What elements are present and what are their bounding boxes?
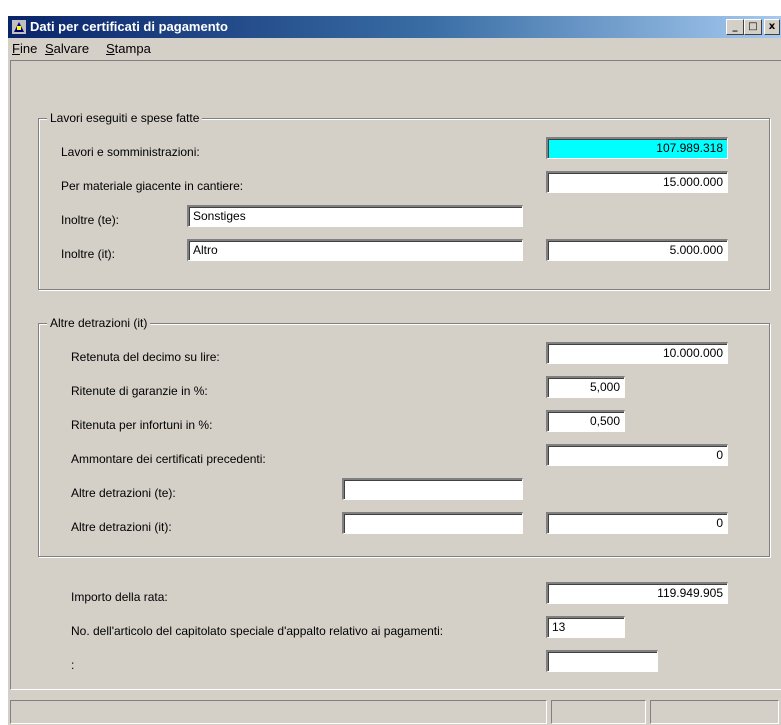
maximize-button[interactable]: □ [744, 19, 762, 35]
status-pane-2 [551, 700, 646, 724]
form-area: Lavori eseguiti e spese fatte Lavori e s… [10, 60, 781, 690]
altre-te-label: Altre detrazioni (te): [71, 486, 176, 500]
restore-icon: □ [748, 21, 758, 32]
articolo-field[interactable]: 13 [546, 616, 625, 638]
app-window: Dati per certificati di pagamento _ □ x … [8, 16, 781, 725]
group-detrazioni-title: Altre detrazioni (it) [47, 316, 151, 330]
altre-it-value-field[interactable]: 0 [546, 512, 728, 534]
importo-field[interactable]: 119.949.905 [546, 582, 728, 604]
colon-label: : [71, 658, 75, 672]
lavori-label: Lavori e somministrazioni: [61, 145, 200, 159]
status-pane-main [10, 700, 547, 724]
garanzie-label: Ritenute di garanzie in %: [71, 384, 208, 398]
inoltre-it-label: Inoltre (it): [61, 247, 116, 261]
minimize-icon: _ [732, 21, 738, 32]
menu-salvare-rest: alvare [53, 41, 90, 56]
inoltre-te-label: Inoltre (te): [61, 213, 120, 227]
lavori-field[interactable]: 107.989.318 [546, 137, 728, 159]
menu-salvare[interactable]: Salvare [45, 41, 89, 56]
importo-label: Importo della rata: [71, 590, 168, 604]
infortuni-label: Ritenuta per infortuni in %: [71, 418, 213, 432]
status-bar [8, 696, 781, 725]
minimize-button[interactable]: _ [726, 19, 744, 35]
menu-bar: Fine Salvare Stampa [8, 38, 781, 58]
menu-fine-rest: ine [19, 41, 38, 56]
precedenti-label: Ammontare dei certificati precedenti: [71, 452, 266, 466]
decimo-field[interactable]: 10.000.000 [546, 342, 728, 364]
menu-salvare-mnemonic: S [45, 41, 54, 56]
menu-stampa-mnemonic: S [106, 41, 115, 56]
altre-te-field[interactable] [342, 478, 523, 500]
menu-stampa-rest: tampa [114, 41, 151, 56]
menu-fine-mnemonic: F [12, 41, 20, 56]
inoltre-it-text-field[interactable]: Altro [187, 239, 523, 261]
altre-it-text-field[interactable] [342, 512, 523, 534]
menu-stampa[interactable]: Stampa [106, 41, 151, 56]
window-title: Dati per certificati di pagamento [30, 19, 228, 34]
menu-fine[interactable]: Fine [12, 41, 37, 56]
title-bar[interactable]: Dati per certificati di pagamento _ □ x [8, 16, 781, 38]
app-icon[interactable] [11, 19, 27, 35]
colon-field[interactable] [546, 650, 658, 672]
altre-it-label: Altre detrazioni (it): [71, 520, 172, 534]
articolo-label: No. dell'articolo del capitolato special… [71, 624, 444, 638]
close-button[interactable]: x [764, 19, 780, 35]
garanzie-field[interactable]: 5,000 [546, 376, 625, 398]
materiale-label: Per materiale giacente in cantiere: [61, 179, 244, 193]
group-lavori-title: Lavori eseguiti e spese fatte [47, 111, 203, 125]
status-pane-3 [650, 700, 779, 724]
inoltre-it-value-field[interactable]: 5.000.000 [546, 239, 728, 261]
precedenti-field[interactable]: 0 [546, 444, 728, 466]
infortuni-field[interactable]: 0,500 [546, 410, 625, 432]
materiale-field[interactable]: 15.000.000 [546, 171, 728, 193]
decimo-label: Retenuta del decimo su lire: [71, 350, 220, 364]
close-icon: x [768, 21, 776, 32]
inoltre-te-field[interactable]: Sonstiges [187, 205, 523, 227]
